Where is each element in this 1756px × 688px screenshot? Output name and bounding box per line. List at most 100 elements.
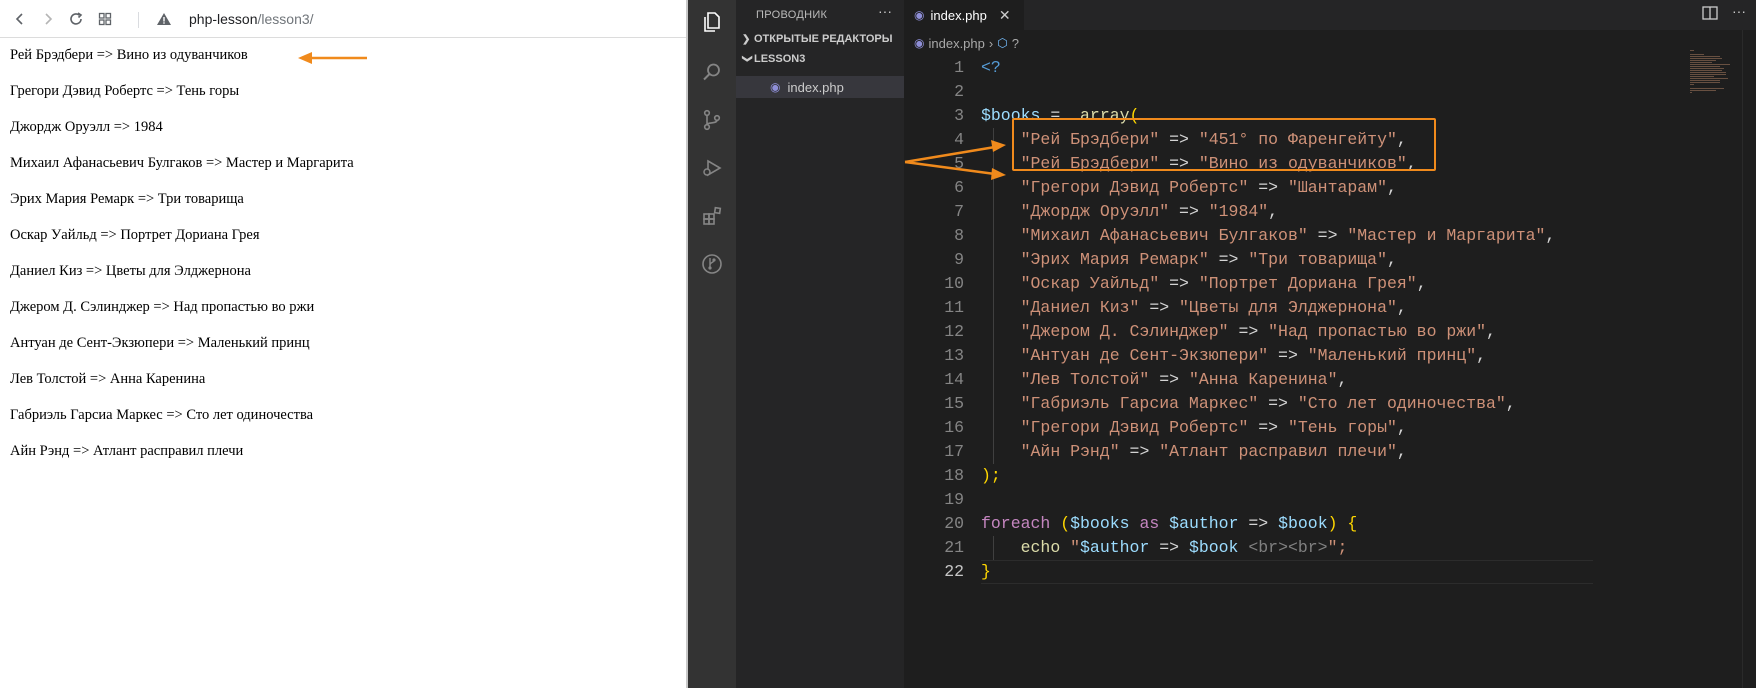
output-line: Габриэль Гарсиа Маркес => Сто лет одиноч…: [10, 407, 314, 423]
line-source: "Михаил Афанасьевич Булгаков" => "Мастер…: [981, 224, 1556, 248]
author-string: "Рей Брэдбери": [1020, 154, 1160, 173]
tab-index-php[interactable]: ◉ index.php ✕: [904, 0, 1024, 30]
code-line[interactable]: 19: [904, 488, 1756, 512]
author-string: "Грегори Дэвид Робертс": [1020, 178, 1249, 197]
book-string: "Сто лет одиночества": [1297, 394, 1506, 413]
code-line[interactable]: 5 "Рей Брэдбери" => "Вино из одуванчиков…: [904, 152, 1756, 176]
code-line[interactable]: 20 foreach ($books as $author => $book) {: [904, 512, 1756, 536]
code-line[interactable]: 6 "Грегори Дэвид Робертс" => "Шантарам",: [904, 176, 1756, 200]
output-line: Джордж Оруэлл => 1984: [10, 119, 163, 135]
extensions-button[interactable]: [698, 202, 726, 230]
line-number: 15: [944, 394, 964, 413]
minimap-line: [1690, 64, 1730, 65]
code-line[interactable]: 4 "Рей Брэдбери" => "451° по Фаренгейту"…: [904, 128, 1756, 152]
reload-icon: [70, 12, 83, 25]
code-token: =>: [1228, 322, 1269, 341]
book-string: "Портрет Дориана Грея": [1198, 274, 1417, 293]
open-editors-section[interactable]: ❯ ОТКРЫТЫЕ РЕДАКТОРЫ: [736, 28, 904, 50]
code-token: =>: [1307, 226, 1348, 245]
git-graph-button[interactable]: [698, 250, 726, 278]
source-control-button[interactable]: [698, 106, 726, 134]
code-token: ): [1327, 514, 1338, 533]
author-string: "Оскар Уайльд": [1020, 274, 1160, 293]
code-line[interactable]: 7 "Джордж Оруэлл" => "1984",: [904, 200, 1756, 224]
code-line[interactable]: 15 "Габриэль Гарсиа Маркес" => "Сто лет …: [904, 392, 1756, 416]
code-token: =: [1040, 106, 1081, 125]
line-source: foreach ($books as $author => $book) {: [981, 512, 1357, 536]
sidebar-title: ПРОВОДНИК: [756, 9, 828, 21]
line-number: 20: [944, 514, 964, 533]
code-line[interactable]: 22}: [904, 560, 1756, 584]
code-line[interactable]: 10 "Оскар Уайльд" => "Портрет Дориана Гр…: [904, 272, 1756, 296]
more-actions-icon[interactable]: ···: [878, 3, 892, 19]
line-source: echo "$author => $book <br><br>";: [981, 536, 1348, 560]
code-line[interactable]: 11 "Даниел Киз" => "Цветы для Элджернона…: [904, 296, 1756, 320]
code-token: ,: [1396, 130, 1407, 149]
code-line[interactable]: 3 $books = array(: [904, 104, 1756, 128]
close-icon[interactable]: ✕: [999, 7, 1011, 24]
split-editor-icon[interactable]: [1702, 6, 1718, 20]
minimap-line: [1690, 68, 1724, 69]
explorer-button[interactable]: [698, 8, 726, 36]
folder-section[interactable]: ❯ LESSON3: [736, 48, 904, 70]
line-number: 11: [944, 298, 964, 317]
more-actions-icon[interactable]: ···: [1732, 3, 1746, 19]
code-line[interactable]: 21 echo "$author => $book <br><br>";: [904, 536, 1756, 560]
code-line[interactable]: 18);: [904, 464, 1756, 488]
folder-label: LESSON3: [754, 53, 806, 65]
site-info-button[interactable]: [152, 7, 176, 31]
files-icon: [704, 12, 720, 32]
forward-button[interactable]: [36, 7, 60, 31]
minimap-line: [1690, 78, 1728, 79]
code-line[interactable]: 17 "Айн Рэнд" => "Атлант расправил плечи…: [904, 440, 1756, 464]
line-source: <?: [981, 56, 1001, 80]
output-line: Айн Рэнд => Атлант расправил плечи: [10, 443, 244, 459]
search-button[interactable]: [698, 58, 726, 86]
line-number: 16: [944, 418, 964, 437]
breadcrumb-symbol[interactable]: ?: [1012, 36, 1019, 51]
address-bar[interactable]: php-lesson/lesson3/: [189, 11, 314, 27]
reload-button[interactable]: [64, 7, 88, 31]
code-line[interactable]: 13 "Антуан де Сент-Экзюпери" => "Маленьк…: [904, 344, 1756, 368]
author-string: "Лев Толстой": [1020, 370, 1150, 389]
back-button[interactable]: [8, 7, 32, 31]
file-item-index-php[interactable]: ◉ index.php: [736, 76, 904, 98]
run-debug-button[interactable]: [698, 154, 726, 182]
code-token: ";: [1327, 538, 1348, 557]
php-file-icon: ◉: [770, 80, 781, 94]
code-line[interactable]: 2: [904, 80, 1756, 104]
code-line[interactable]: 12 "Джером Д. Сэлинджер" => "Над пропаст…: [904, 320, 1756, 344]
code-token: ,: [1486, 322, 1496, 341]
code-line[interactable]: 16 "Грегори Дэвид Робертс" => "Тень горы…: [904, 416, 1756, 440]
code-line[interactable]: 1 <?: [904, 56, 1756, 80]
explorer-sidebar: ПРОВОДНИК ··· ❯ ОТКРЫТЫЕ РЕДАКТОРЫ ❯ LES…: [736, 0, 904, 688]
code-line[interactable]: 14 "Лев Толстой" => "Анна Каренина",: [904, 368, 1756, 392]
line-source: "Грегори Дэвид Робертс" => "Шантарам",: [981, 176, 1397, 200]
output-line: Оскар Уайльд => Портрет Дориана Грея: [10, 227, 260, 243]
open-editors-label: ОТКРЫТЫЕ РЕДАКТОРЫ: [754, 33, 893, 45]
code-line[interactable]: 9 "Эрих Мария Ремарк" => "Три товарища",: [904, 248, 1756, 272]
chevron-right-icon: ❯: [742, 33, 751, 45]
editor-scrollbar[interactable]: [1742, 30, 1756, 688]
book-string: "451° по Фаренгейту": [1198, 130, 1397, 149]
breadcrumb-file[interactable]: index.php: [928, 36, 984, 51]
minimap-line: [1690, 54, 1704, 55]
line-number: 19: [944, 490, 964, 509]
code-token: =>: [1159, 274, 1199, 293]
minimap[interactable]: [1690, 50, 1742, 93]
tab-label: index.php: [930, 7, 987, 23]
extensions-icon: [703, 206, 722, 225]
arrow-left-icon: [15, 13, 23, 25]
code-token: {: [1347, 514, 1358, 533]
author-string: "Михаил Афанасьевич Булгаков": [1020, 226, 1308, 245]
activity-bar: [688, 0, 736, 688]
line-source: "Антуан де Сент-Экзюпери" => "Маленький …: [981, 344, 1486, 368]
page-output: Рей Брэдбери => Вино из одуванчиков Грего…: [10, 46, 680, 478]
code-line[interactable]: 8 "Михаил Афанасьевич Булгаков" => "Маст…: [904, 224, 1756, 248]
editor-area: ◉ index.php ✕ ··· ◉ index.php › ⬡ ? 1 <? 2…: [904, 0, 1756, 688]
tab-grid-button[interactable]: [93, 7, 117, 31]
git-graph-icon: [702, 254, 722, 274]
php-file-icon: ◉: [914, 36, 925, 50]
output-line: Даниел Киз => Цветы для Элджернона: [10, 263, 251, 279]
code-token: $book: [1188, 538, 1239, 557]
